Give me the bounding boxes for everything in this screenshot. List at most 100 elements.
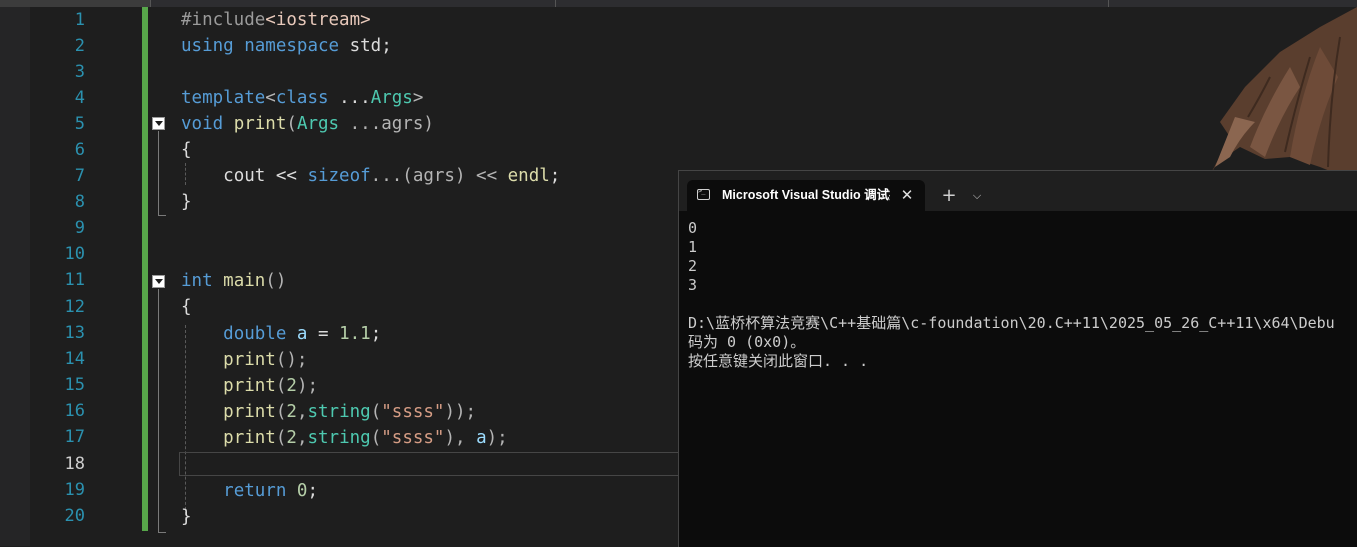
new-tab-button[interactable]: + <box>938 180 960 211</box>
fold-guide <box>158 289 159 532</box>
punctuation: () <box>265 271 287 291</box>
line-number: 3 <box>74 62 85 82</box>
code-line-19: return 0; <box>181 478 318 504</box>
fold-guide-end <box>158 215 166 216</box>
punctuation: ; <box>307 481 319 501</box>
punctuation: ( <box>275 402 287 422</box>
code-line-7: cout << sizeof...(agrs) << endl; <box>181 163 560 189</box>
code-line-16: print(2,string("ssss")); <box>181 399 476 425</box>
console-output-line: 1 <box>688 238 698 256</box>
change-tracking-bar <box>142 7 148 531</box>
collapse-print-icon[interactable] <box>152 117 165 130</box>
punctuation: ( <box>286 114 297 134</box>
brace: { <box>181 297 192 317</box>
code-line-15: print(2); <box>181 373 318 399</box>
console-tab[interactable]: Microsoft Visual Studio 调试控制台 ✕ <box>687 180 925 211</box>
keyword: sizeof <box>307 166 371 186</box>
console-titlebar[interactable]: Microsoft Visual Studio 调试控制台 ✕ + ⌵ <box>679 171 1357 211</box>
punctuation: ... <box>328 88 371 108</box>
keyword: namespace <box>244 36 340 56</box>
punctuation: > <box>412 88 424 108</box>
fold-guide <box>158 131 159 215</box>
line-number: 16 <box>64 401 85 421</box>
identifier: std; <box>349 36 392 56</box>
line-number: 14 <box>64 349 85 369</box>
close-icon[interactable]: ✕ <box>897 180 917 211</box>
function-name: print <box>223 376 276 396</box>
punctuation: )); <box>444 402 477 422</box>
line-number: 10 <box>64 244 85 264</box>
preprocessor-directive: #include <box>181 10 266 30</box>
line-number: 12 <box>64 297 85 317</box>
line-number: 7 <box>74 166 85 186</box>
function-name: print <box>223 428 276 448</box>
type-name: Args <box>296 114 340 134</box>
console-output-line: 按任意键关闭此窗口. . . <box>688 352 869 370</box>
number-literal: 0 <box>296 481 308 501</box>
identifier: cout << <box>223 166 308 186</box>
number-literal: 2 <box>286 402 297 422</box>
type-name: string <box>307 402 371 422</box>
punctuation: ); <box>486 428 508 448</box>
variable: a <box>476 428 487 448</box>
punctuation: ( <box>370 402 382 422</box>
collapse-main-icon[interactable] <box>152 275 165 288</box>
line-number: 11 <box>64 270 85 290</box>
code-line-4: template<class ...Args> <box>181 85 423 111</box>
code-line-8: } <box>181 189 192 215</box>
console-output-line: 3 <box>688 276 698 294</box>
punctuation: ; <box>370 324 382 344</box>
punctuation: , <box>296 402 308 422</box>
console-output-line: 2 <box>688 257 698 275</box>
function-name: print <box>223 350 276 370</box>
brace: { <box>181 140 192 160</box>
code-line-17: print(2,string("ssss"), a); <box>181 425 508 451</box>
operator: = <box>307 324 340 344</box>
line-number: 1 <box>74 10 85 30</box>
line-number: 9 <box>74 218 85 238</box>
editor-margin <box>0 7 30 546</box>
function-name: main <box>223 271 266 291</box>
punctuation: ); <box>296 376 319 396</box>
fold-guide-end <box>158 532 166 533</box>
debug-console-window[interactable]: Microsoft Visual Studio 调试控制台 ✕ + ⌵ 0 1 … <box>678 170 1357 547</box>
punctuation: (); <box>275 350 308 370</box>
line-number: 19 <box>64 480 85 500</box>
console-output[interactable]: 0 1 2 3 D:\蓝桥杯算法竞赛\C++基础篇\c-foundation\2… <box>688 219 1356 371</box>
function-name: endl <box>507 166 550 186</box>
function-name: print <box>223 402 276 422</box>
line-number: 20 <box>64 506 85 526</box>
punctuation: ( <box>275 428 287 448</box>
expression: ...(agrs) << <box>370 166 508 186</box>
line-number: 15 <box>64 375 85 395</box>
parameter: ...agrs) <box>339 114 434 134</box>
punctuation: ), <box>444 428 477 448</box>
line-number: 6 <box>74 140 85 160</box>
code-line-12: { <box>181 294 192 320</box>
console-tab-title: Microsoft Visual Studio 调试控制台 <box>722 188 890 202</box>
background-character-illustration <box>1210 7 1357 182</box>
code-line-13: double a = 1.1; <box>181 321 381 347</box>
code-line-11: int main() <box>181 268 286 294</box>
code-line-5: void print(Args ...agrs) <box>181 111 434 137</box>
punctuation: ( <box>275 376 287 396</box>
code-line-2: using namespace std; <box>181 33 392 59</box>
brace: } <box>181 507 192 527</box>
keyword: double <box>223 324 287 344</box>
line-number: 4 <box>74 88 85 108</box>
string-literal: "ssss" <box>381 428 445 448</box>
function-name: print <box>233 114 287 134</box>
line-number: 2 <box>74 36 85 56</box>
chevron-down-icon[interactable]: ⌵ <box>969 180 985 211</box>
editor-tab[interactable] <box>0 0 151 7</box>
line-number: 5 <box>74 114 85 134</box>
keyword: class <box>275 88 329 108</box>
console-output-line: 码为 0 (0x0)。 <box>688 333 806 351</box>
code-line-14: print(); <box>181 347 307 373</box>
keyword: return <box>223 481 287 501</box>
punctuation: ; <box>549 166 561 186</box>
keyword: void <box>181 114 224 134</box>
variable: a <box>296 324 308 344</box>
brace: } <box>181 192 192 212</box>
punctuation: < <box>265 88 276 108</box>
